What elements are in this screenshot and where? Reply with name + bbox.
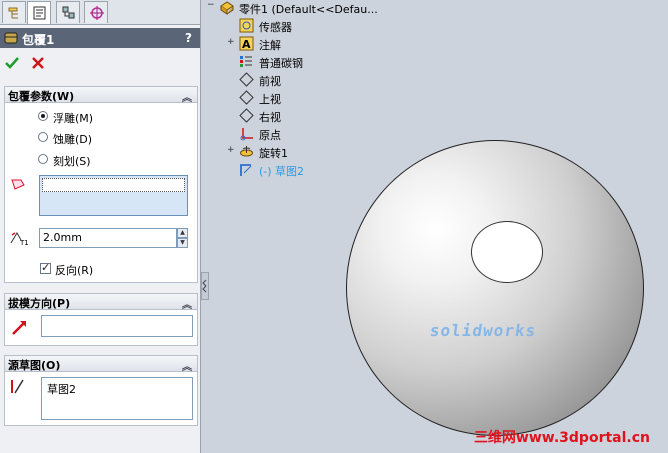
chevron-up-icon[interactable]: ︽ [182, 358, 192, 373]
plane-icon [239, 108, 254, 123]
feature-manager-icon [8, 7, 18, 19]
crosshair-icon [90, 6, 104, 20]
tree-item-label: 前视 [259, 75, 281, 88]
radio-button[interactable] [38, 154, 48, 164]
property-manager-panel: 包覆1 ? 包覆参数(W) ︽ 浮雕(M) 蚀雕(D) 刻划(S) T1 2.0… [0, 0, 201, 453]
configuration-icon [62, 6, 75, 19]
wrap-params-title: 包覆参数(W) [8, 90, 75, 103]
face-selection-box[interactable] [39, 175, 188, 216]
panel-tab-bar [0, 0, 200, 25]
wrap-feature-icon [3, 30, 19, 49]
face-selection-icon [10, 177, 26, 194]
thickness-input[interactable]: 2.0mm [39, 228, 177, 248]
tree-item-label: 旋转1 [259, 147, 288, 160]
spin-down-button[interactable]: ▼ [177, 238, 188, 248]
reverse-label: 反向(R) [55, 264, 94, 277]
spin-up-button[interactable]: ▲ [177, 228, 188, 238]
svg-text:A: A [242, 38, 251, 51]
tab-property-manager[interactable] [27, 1, 51, 24]
tab-feature-manager[interactable] [2, 1, 26, 23]
thickness-icon: T1 [8, 229, 30, 250]
feature-title-bar: 包覆1 ? [0, 28, 200, 48]
watermark: 三维网www.3dportal.cn [473, 430, 650, 446]
collapse-toggle[interactable]: − [207, 0, 215, 10]
tree-item-label: 普通碳钢 [259, 57, 303, 70]
wrap-params-header[interactable]: 包覆参数(W) ︽ [4, 86, 198, 104]
feature-tree: − 零件1 (Default<<Defau... 传感器 + A 注解 普通碳钢… [205, 0, 485, 180]
material-icon [239, 54, 254, 69]
plane-icon [239, 90, 254, 105]
radio-button[interactable] [38, 132, 48, 142]
sensor-icon [239, 18, 254, 33]
cancel-button[interactable] [30, 55, 46, 71]
tree-item-label: 传感器 [259, 21, 292, 34]
radio-label: 浮雕(M) [53, 112, 94, 125]
annotation-icon: A [239, 36, 254, 51]
expand-toggle[interactable]: + [227, 145, 235, 155]
source-sketch-list[interactable]: 草图2 [41, 377, 193, 420]
radio-label: 刻划(S) [53, 155, 91, 168]
draft-direction-header[interactable]: 拔模方向(P) ︽ [4, 293, 198, 311]
tree-item-label: 右视 [259, 111, 281, 124]
property-manager-icon [33, 6, 46, 20]
panel-collapse-handle[interactable] [201, 272, 209, 300]
sketch-list-item[interactable]: 草图2 [47, 381, 76, 397]
face-selection-item[interactable] [42, 178, 185, 192]
tree-root-label: 零件1 (Default<<Defau... [239, 3, 378, 16]
feature-title: 包覆1 [22, 33, 55, 47]
tree-item-label: 原点 [259, 129, 281, 142]
sketch-icon [9, 377, 27, 398]
wrapped-text: solidworks [428, 321, 538, 340]
radio-label: 蚀雕(D) [53, 133, 93, 146]
close-icon [32, 57, 44, 69]
tab-configuration-manager[interactable] [56, 1, 80, 23]
chevron-up-icon[interactable]: ︽ [182, 89, 192, 104]
checkmark-icon [5, 57, 19, 69]
radio-button[interactable] [38, 111, 48, 121]
chevron-up-icon[interactable]: ︽ [182, 296, 192, 311]
svg-text:T1: T1 [19, 239, 29, 247]
tree-item-label: (-) 草图2 [259, 165, 305, 178]
tree-item-label: 注解 [259, 39, 281, 52]
revolve-icon [239, 144, 254, 159]
tab-dimxpert[interactable] [84, 1, 108, 23]
part-icon [219, 0, 234, 15]
tree-item-label: 上视 [259, 93, 281, 106]
draft-direction-field[interactable] [41, 315, 193, 337]
sphere-hole [471, 221, 543, 283]
plane-icon [239, 72, 254, 87]
sketch-icon [239, 162, 254, 177]
help-button[interactable]: ? [185, 31, 192, 45]
ok-button[interactable] [4, 55, 20, 71]
origin-icon [239, 126, 254, 141]
sphere-model[interactable] [346, 140, 644, 436]
expand-toggle[interactable]: + [227, 37, 235, 47]
source-sketch-title: 源草图(O) [8, 359, 61, 372]
direction-arrow-icon [10, 317, 30, 340]
draft-direction-title: 拔模方向(P) [8, 297, 71, 310]
reverse-checkbox[interactable] [40, 261, 51, 274]
source-sketch-header[interactable]: 源草图(O) ︽ [4, 355, 198, 373]
